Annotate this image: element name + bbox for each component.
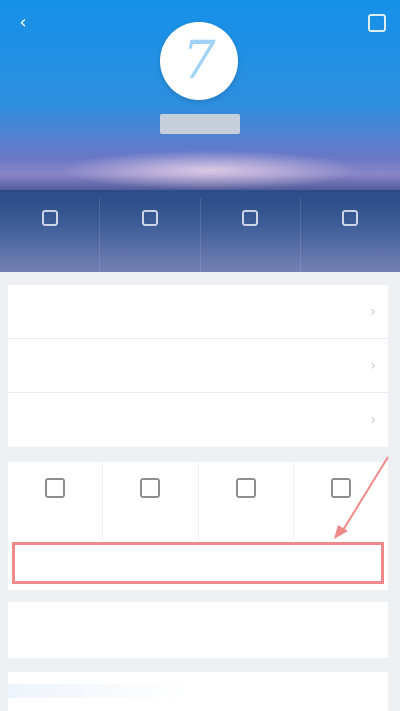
chevron-right-icon: ›: [370, 303, 376, 320]
chevron-right-icon: ›: [370, 357, 376, 374]
avatar[interactable]: 7: [160, 22, 238, 100]
edit-icon: [330, 478, 351, 498]
stat-item[interactable]: [100, 198, 201, 272]
document-icon: [41, 210, 58, 226]
user-icon: [140, 478, 161, 498]
user-icon: [242, 210, 259, 226]
bottom-card: [8, 672, 388, 711]
user-signature: [70, 156, 330, 170]
avatar-logo-icon: 7: [182, 31, 216, 91]
grid-icon: [342, 210, 359, 226]
notice-card[interactable]: [8, 602, 388, 658]
quick-action[interactable]: [294, 462, 388, 540]
highlighted-tag-row[interactable]: [12, 542, 384, 584]
back-arrow-icon[interactable]: ‹: [12, 12, 34, 34]
bottom-card-placeholder: [8, 684, 188, 698]
username: [160, 114, 240, 134]
document-icon: [45, 478, 66, 498]
settings-icon[interactable]: [368, 14, 386, 32]
chevron-right-icon: ›: [370, 412, 376, 428]
quick-action[interactable]: [8, 462, 104, 540]
menu-list: › › ›: [8, 285, 388, 447]
quick-action[interactable]: [103, 462, 199, 540]
menu-item[interactable]: ›: [8, 339, 388, 393]
stat-item[interactable]: [301, 198, 400, 272]
stat-item[interactable]: [0, 198, 101, 272]
quick-action[interactable]: [199, 462, 294, 540]
menu-item[interactable]: ›: [8, 393, 388, 447]
quick-actions-card: [8, 462, 388, 590]
stat-item[interactable]: [201, 198, 301, 272]
calendar-icon: [141, 210, 158, 226]
quick-actions-grid: [8, 462, 388, 540]
menu-item[interactable]: ›: [8, 285, 388, 339]
message-icon: [235, 478, 256, 498]
profile-header: ‹ 7: [0, 0, 400, 272]
stats-bar: [0, 198, 400, 272]
